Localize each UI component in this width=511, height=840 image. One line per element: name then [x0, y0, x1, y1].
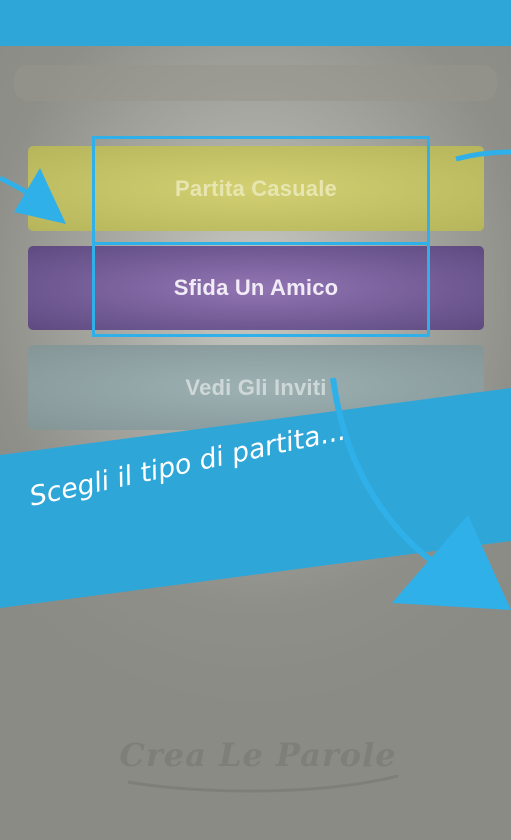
top-app-bar — [0, 0, 511, 46]
app-logo: Crea Le Parole — [119, 736, 397, 774]
challenge-friend-button[interactable]: Sfida Un Amico — [28, 246, 484, 330]
view-invites-label: Vedi Gli Inviti — [185, 374, 327, 400]
view-invites-button[interactable]: Vedi Gli Inviti — [28, 345, 484, 430]
tutorial-highlight-divider — [95, 242, 427, 245]
search-bar[interactable] — [14, 65, 497, 101]
logo-swash — [127, 774, 399, 793]
challenge-friend-label: Sfida Un Amico — [173, 275, 339, 300]
random-match-label: Partita Casuale — [175, 175, 337, 201]
random-match-button[interactable]: Partita Casuale — [28, 146, 484, 231]
